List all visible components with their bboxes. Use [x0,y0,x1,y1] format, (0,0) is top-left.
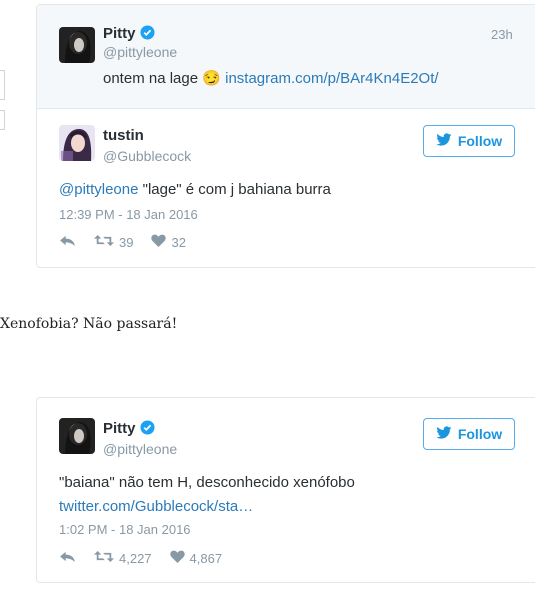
follow-label: Follow [457,133,503,149]
retweet-count: 39 [119,234,134,250]
tweet-actions: 39 32 [59,234,204,250]
heart-icon [169,550,185,566]
reply-icon [59,550,76,566]
reply-button[interactable] [59,234,76,250]
retweet-button[interactable]: 4,227 [94,550,152,566]
tweet-text: "baiana" não tem H, desconhecido xenófob… [59,474,355,491]
avatar[interactable] [59,125,95,161]
tweet-text: ontem na lage 😏 instagram.com/p/BAr4Kn4E… [103,69,439,87]
article-caption: Xenofobia? Não passará! [0,316,178,332]
embedded-tweet-reply: Pitty @pittyleone 23h ontem na lage 😏 in… [36,4,535,268]
author-name[interactable]: Pitty [103,420,155,439]
embedded-tweet-response: Pitty @pittyleone Follow "baiana" não te… [36,397,535,583]
avatar[interactable] [59,418,95,454]
retweet-count: 4,227 [119,550,152,566]
like-count: 32 [171,234,186,250]
author-handle[interactable]: @Gubblecock [103,148,191,164]
author-handle[interactable]: @pittyleone [103,44,177,60]
tweet-link[interactable]: twitter.com/Gubblecock/sta… [59,498,253,515]
twitter-bird-icon [436,425,452,443]
tweet-time[interactable]: 23h [491,27,513,42]
like-button[interactable]: 4,867 [169,550,223,566]
tweet-actions: 4,227 4,867 [59,550,240,566]
retweet-icon [94,234,114,250]
author-name[interactable]: Pitty [103,25,155,44]
follow-button[interactable]: Follow [423,125,515,157]
parent-tweet[interactable]: Pitty @pittyleone 23h ontem na lage 😏 in… [37,5,535,109]
edge-input-fragment [0,110,5,130]
author-name[interactable]: tustin [103,127,144,144]
retweet-button[interactable]: 39 [94,234,133,250]
heart-icon [151,234,167,250]
tweet-text: @pittyleone "lage" é com j bahiana burra [59,181,331,198]
smirk-emoji-icon: 😏 [202,70,221,87]
tweet-text-body: "lage" é com j bahiana burra [138,181,331,198]
tweet-timestamp[interactable]: 1:02 PM - 18 Jan 2016 [59,522,191,537]
like-count: 4,867 [189,550,223,566]
follow-label: Follow [457,426,503,442]
author-handle[interactable]: @pittyleone [103,441,177,457]
like-button[interactable]: 32 [151,234,186,250]
retweet-icon [94,550,114,566]
tweet-timestamp[interactable]: 12:39 PM - 18 Jan 2016 [59,207,198,222]
verified-badge-icon [139,420,155,439]
edge-input-fragment [0,70,5,100]
instagram-link[interactable]: instagram.com/p/BAr4Kn4E2Ot/ [225,70,438,87]
reply-button[interactable] [59,550,76,566]
verified-badge-icon [139,25,155,44]
mention-link[interactable]: @pittyleone [59,181,138,198]
reply-icon [59,234,76,250]
tweet-text-body: ontem na lage [103,70,199,87]
avatar[interactable] [59,27,95,63]
twitter-bird-icon [436,132,452,150]
follow-button[interactable]: Follow [423,418,515,450]
